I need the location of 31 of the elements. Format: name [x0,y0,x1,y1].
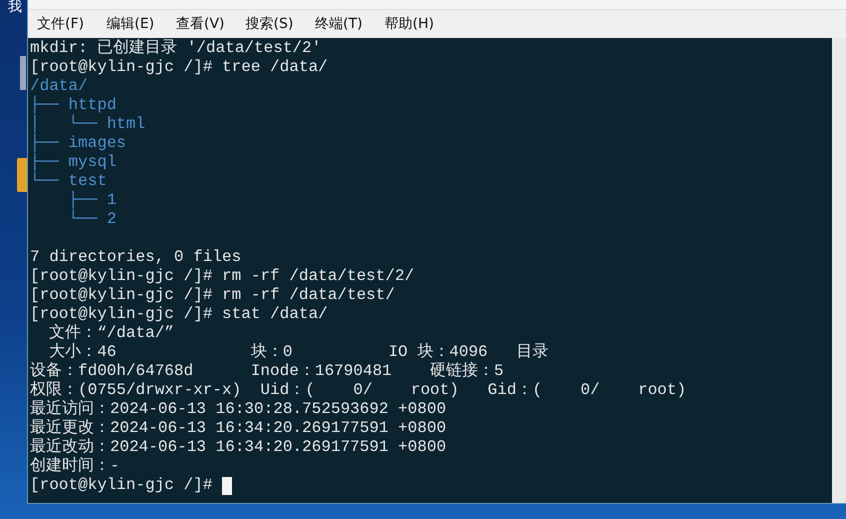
terminal-line: [root@kylin-gjc /]# rm -rf /data/test/ [30,286,395,305]
terminal-line: 设备：fd00h/64768d Inode：16790481 硬链接：5 [30,362,504,381]
directory-line: ├── httpd [30,96,116,114]
terminal-line: 7 directories, 0 files [30,248,242,267]
menu-item[interactable]: 编辑(E) [106,15,176,33]
terminal-line: 创建时间：- [30,457,120,476]
terminal-line: 最近更改：2024-06-13 16:34:20.269177591 +0800 [30,419,446,438]
directory-line: ├── images [30,134,126,152]
terminal-line: [root@kylin-gjc /]# rm -rf /data/test/2/ [30,267,414,286]
terminal-line: 最近改动：2024-06-13 16:34:20.269177591 +0800 [30,438,446,456]
terminal-line: 大小：46 块：0 IO 块：4096 目录 [48,343,548,362]
terminal-line: 权限：(0755/drwxr-xr-x) Uid：( 0/ root) Gid：( 0/ root) [30,381,686,400]
directory-line: ├── 1 [67,191,116,210]
directory-line: ├── mysql [30,153,116,172]
scrollbar[interactable] [832,38,846,503]
terminal-line: 文件：“/data/” [48,324,174,342]
menu-item[interactable]: 终端(T) [315,15,384,33]
menu-item[interactable]: 帮助(H) [384,15,454,33]
terminal-line: mkdir: 已创建目录 '/data/test/2' [30,39,322,58]
directory-line: /data/ [30,77,88,96]
menu-item[interactable]: 搜索(S) [246,15,315,33]
directory-line: └── 2 [67,210,116,229]
menu-item[interactable]: 文件(F) [37,15,106,33]
menu-item[interactable]: 查看(V) [176,15,246,33]
text-cursor [222,476,232,494]
terminal-prompt: [root@kylin-gjc /]# [30,476,214,495]
terminal-line: [root@kylin-gjc /]# tree /data/ [30,58,328,77]
terminal-line: [root@kylin-gjc /]# stat /data/ [30,305,328,324]
directory-line: │ └── html [30,115,146,134]
directory-line: └── test [30,172,107,190]
terminal-line: 最近访问：2024-06-13 16:30:28.752593692 +0800 [30,400,446,418]
